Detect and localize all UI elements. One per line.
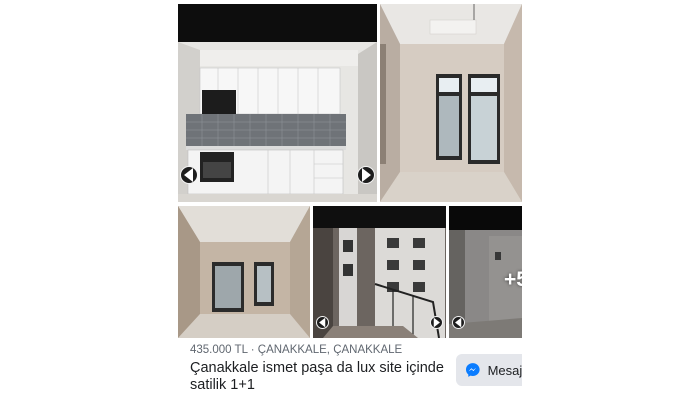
marketplace-listing-card[interactable]: +5 435.000 TL · ÇANAKKALE, ÇANAKKALE Çan… xyxy=(178,4,522,400)
message-button[interactable]: Mesaj G xyxy=(456,354,522,386)
listing-title[interactable]: Çanakkale ismet paşa da lux site içinde … xyxy=(190,360,450,394)
bedroom-image xyxy=(178,206,310,338)
prev-photo-button[interactable] xyxy=(180,166,198,184)
more-photos-count: +5 xyxy=(504,268,522,291)
photo-bedroom[interactable] xyxy=(178,206,310,338)
prev-photo-button-more[interactable] xyxy=(452,316,465,329)
photo-balcony[interactable] xyxy=(313,206,446,338)
photo-living-room[interactable] xyxy=(380,4,522,202)
prev-photo-button-small[interactable] xyxy=(316,316,329,329)
message-button-label: Mesaj G xyxy=(487,362,522,378)
kitchen-image xyxy=(178,4,377,202)
messenger-icon xyxy=(465,363,480,377)
chevron-right-icon xyxy=(433,317,440,328)
chevron-left-icon xyxy=(319,317,326,328)
living-room-image xyxy=(380,4,522,202)
chevron-right-icon xyxy=(362,168,371,182)
photo-kitchen[interactable] xyxy=(178,4,377,202)
balcony-image xyxy=(313,206,446,338)
chevron-left-icon xyxy=(184,168,193,182)
next-photo-button[interactable] xyxy=(357,166,375,184)
photo-more[interactable]: +5 xyxy=(449,206,522,338)
next-photo-button-small[interactable] xyxy=(430,316,443,329)
price-location: 435.000 TL · ÇANAKKALE, ÇANAKKALE xyxy=(190,344,403,356)
chevron-left-icon xyxy=(455,317,462,328)
